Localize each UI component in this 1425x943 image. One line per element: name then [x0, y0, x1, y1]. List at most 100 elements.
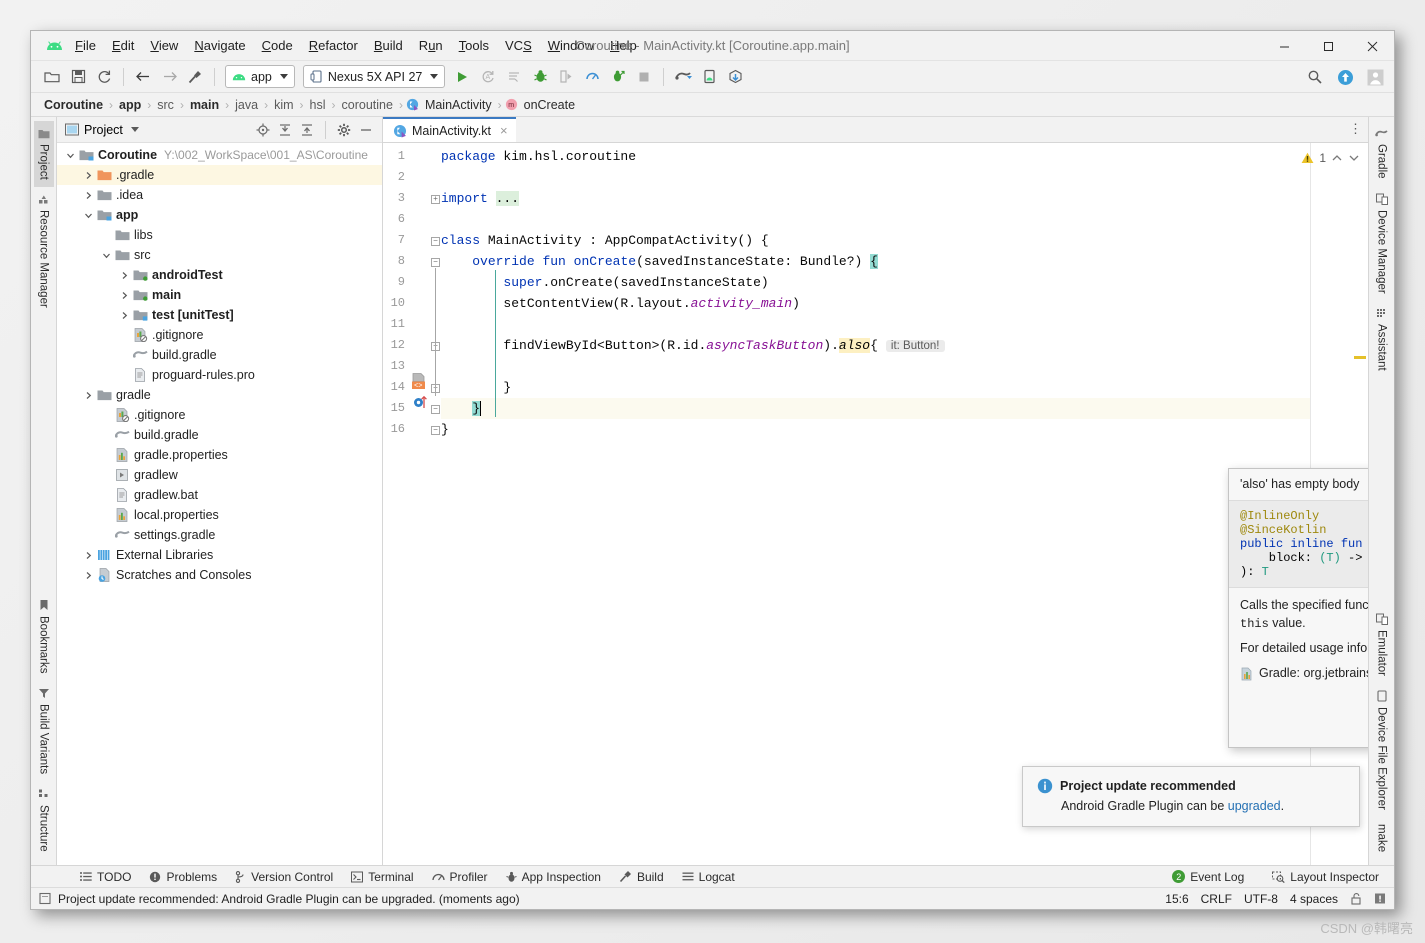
chevron-right-icon[interactable]: [81, 191, 95, 200]
chevron-right-icon[interactable]: [81, 551, 95, 560]
sdk-manager-icon[interactable]: [670, 65, 696, 89]
breadcrumb-coroutine[interactable]: Coroutine: [41, 97, 106, 113]
device-selector[interactable]: Nexus 5X API 27: [302, 65, 446, 88]
sidebar-item-structure[interactable]: Structure: [34, 781, 54, 859]
file-encoding[interactable]: UTF-8: [1244, 892, 1278, 906]
fold-collapse-icon[interactable]: −: [431, 405, 440, 414]
chevron-down-icon[interactable]: [130, 127, 139, 132]
settings-gear-icon[interactable]: [334, 120, 354, 140]
chevron-right-icon[interactable]: [81, 391, 95, 400]
tree-node-proguard-rules-pro[interactable]: proguard-rules.pro: [57, 365, 382, 385]
menu-build[interactable]: Build: [366, 34, 411, 57]
line-number[interactable]: 10: [391, 296, 405, 310]
sidebar-item-gradle[interactable]: Gradle: [1371, 121, 1392, 186]
unlocked-icon[interactable]: [1350, 892, 1362, 905]
prev-problem-icon[interactable]: [1331, 153, 1343, 163]
code-text[interactable]: package kim.hsl.coroutine import ... class…: [431, 143, 1310, 865]
expand-all-icon[interactable]: [275, 120, 295, 140]
editor-tab-overflow-icon[interactable]: ⋮: [1349, 121, 1362, 137]
breadcrumb-kim[interactable]: kim: [271, 97, 296, 113]
override-method-icon[interactable]: [413, 395, 429, 410]
sidebar-item-build-variants[interactable]: Build Variants: [34, 680, 54, 781]
tree-node-external-libraries[interactable]: External Libraries: [57, 545, 382, 565]
menu-file[interactable]: File: [67, 34, 104, 57]
notifications-icon[interactable]: [1374, 892, 1386, 905]
code-line-oncreate[interactable]: override fun onCreate(savedInstanceState…: [441, 254, 878, 269]
tree-node-gradle[interactable]: gradle: [57, 385, 382, 405]
tree-node-libs[interactable]: libs: [57, 225, 382, 245]
apply-changes-icon[interactable]: A: [475, 65, 501, 89]
save-all-icon[interactable]: [65, 65, 91, 89]
editor-gutter[interactable]: <> 1 2 3 6 7 8 9 10 11 12 13 14 15 16: [383, 143, 441, 865]
tree-node-build-gradle[interactable]: build.gradle: [57, 425, 382, 445]
sidebar-item-assistant[interactable]: Assistant: [1372, 300, 1392, 378]
line-number[interactable]: 2: [398, 170, 405, 184]
tree-node-local-properties[interactable]: local.properties: [57, 505, 382, 525]
profiler-icon[interactable]: [579, 65, 605, 89]
line-number[interactable]: 9: [398, 275, 405, 289]
code-editor[interactable]: <> 1 2 3 6 7 8 9 10 11 12 13 14 15 16 package kim.hsl…: [383, 143, 1368, 865]
line-number[interactable]: 14: [391, 380, 405, 394]
locate-icon[interactable]: [253, 120, 273, 140]
tool-window-terminal[interactable]: Terminal: [342, 868, 422, 886]
run-configuration-selector[interactable]: app: [225, 65, 295, 88]
line-number[interactable]: 8: [398, 254, 405, 268]
menu-window[interactable]: Window: [540, 34, 602, 57]
sidebar-item-device-manager[interactable]: Device Manager: [1372, 186, 1392, 301]
menu-code[interactable]: Code: [254, 34, 301, 57]
collapse-all-icon[interactable]: [297, 120, 317, 140]
forward-arrow-icon[interactable]: [156, 65, 182, 89]
sidebar-item-device-file-explorer[interactable]: Device File Explorer: [1372, 683, 1392, 817]
code-line-findviewbyid[interactable]: findViewById<Button>(R.id.asyncTaskButto…: [441, 338, 945, 353]
tree-node-test-unittest[interactable]: test [unitTest]: [57, 305, 382, 325]
line-number[interactable]: 1: [398, 149, 405, 163]
chevron-down-icon[interactable]: [63, 151, 77, 160]
back-arrow-icon[interactable]: [130, 65, 156, 89]
code-line-close-class[interactable]: }: [441, 422, 449, 437]
tree-node-settings-gradle[interactable]: settings.gradle: [57, 525, 382, 545]
project-tree[interactable]: Coroutine Y:\002_WorkSpace\001_AS\Corouti…: [57, 143, 382, 865]
code-line-close-lambda[interactable]: }: [441, 380, 511, 395]
tree-node-app[interactable]: app: [57, 205, 382, 225]
tree-node-idea[interactable]: .idea: [57, 185, 382, 205]
close-tab-icon[interactable]: ×: [500, 123, 508, 138]
breadcrumb-coroutine-pkg[interactable]: coroutine: [339, 97, 396, 113]
close-button[interactable]: [1350, 31, 1394, 61]
balloon-upgrade-link[interactable]: upgraded: [1228, 799, 1281, 813]
tree-node-gradlew[interactable]: gradlew: [57, 465, 382, 485]
fold-collapse-icon[interactable]: −: [431, 258, 440, 267]
account-avatar-icon[interactable]: [1362, 65, 1388, 89]
line-number[interactable]: 15: [391, 401, 405, 415]
menu-navigate[interactable]: Navigate: [186, 34, 253, 57]
menu-help[interactable]: Help: [602, 34, 645, 57]
tree-node-build-gradle[interactable]: build.gradle: [57, 345, 382, 365]
line-number[interactable]: 6: [398, 212, 405, 226]
line-number[interactable]: 13: [391, 359, 405, 373]
menu-edit[interactable]: Edit: [104, 34, 142, 57]
line-number[interactable]: 3: [398, 191, 405, 205]
sidebar-item-project[interactable]: Project: [33, 121, 54, 187]
tool-window-problems[interactable]: Problems: [140, 868, 226, 886]
tree-node-gitignore[interactable]: .gitignore: [57, 325, 382, 345]
breadcrumb-oncreate[interactable]: m onCreate: [505, 97, 578, 113]
tool-window-app-inspection[interactable]: App Inspection: [497, 868, 610, 886]
tool-window-logcat[interactable]: Logcat: [673, 868, 744, 886]
editor-tab-mainactivity[interactable]: MainActivity.kt ×: [383, 117, 516, 142]
tool-window-todo[interactable]: TODO: [71, 868, 140, 886]
tree-node-gitignore[interactable]: .gitignore: [57, 405, 382, 425]
line-number[interactable]: 7: [398, 233, 405, 247]
open-folder-icon[interactable]: [39, 65, 65, 89]
breadcrumb-app[interactable]: app: [116, 97, 144, 113]
tool-window-profiler[interactable]: Profiler: [423, 868, 497, 886]
breadcrumb-java[interactable]: java: [232, 97, 261, 113]
sidebar-item-emulator[interactable]: Emulator: [1372, 606, 1392, 683]
fold-expand-icon[interactable]: +: [431, 195, 440, 204]
tree-node-androidtest[interactable]: androidTest: [57, 265, 382, 285]
tree-node-gradlew-bat[interactable]: gradlew.bat: [57, 485, 382, 505]
chevron-right-icon[interactable]: [81, 171, 95, 180]
line-number[interactable]: 11: [391, 317, 405, 331]
menu-refactor[interactable]: Refactor: [301, 34, 366, 57]
attach-debugger-icon[interactable]: [553, 65, 579, 89]
sync-refresh-icon[interactable]: [91, 65, 117, 89]
menu-view[interactable]: View: [142, 34, 186, 57]
